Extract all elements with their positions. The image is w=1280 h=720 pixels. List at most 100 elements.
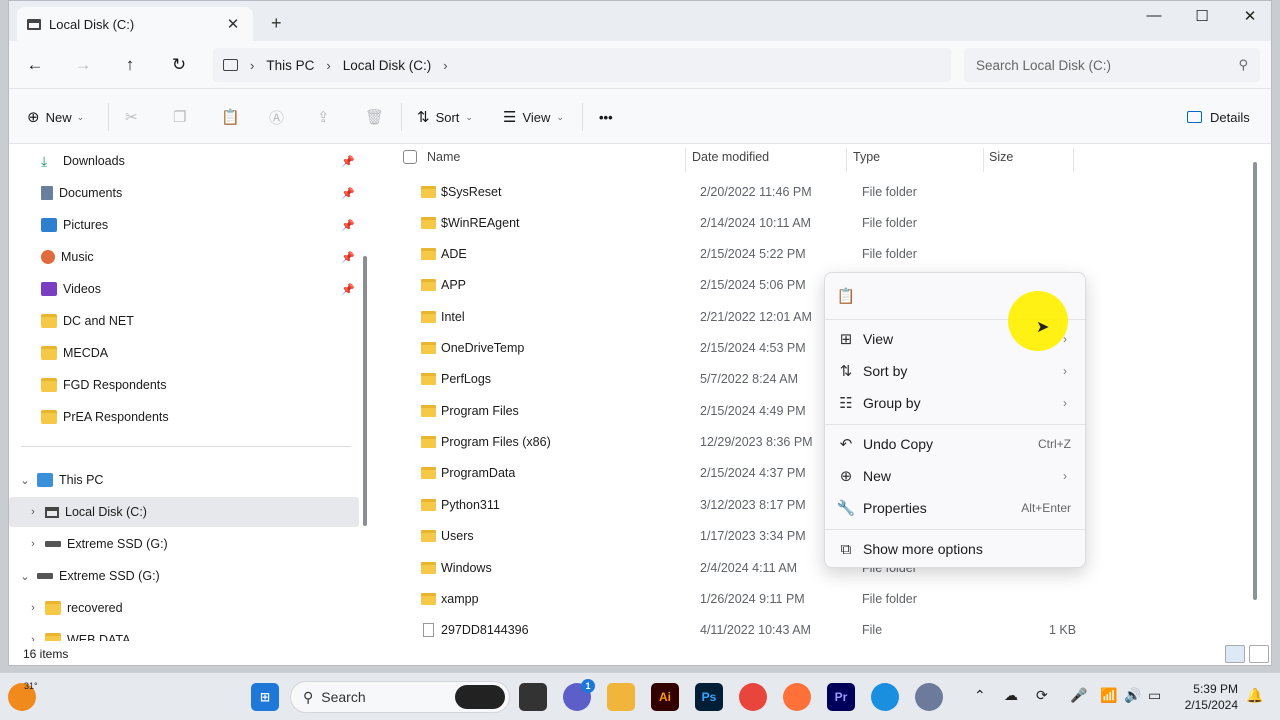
column-header-date[interactable]: Date modified [692, 150, 769, 164]
sidebar-item-extreme-ssd-root[interactable]: ⌄ Extreme SSD (G:) [9, 561, 359, 591]
shield-icon[interactable] [871, 683, 899, 711]
table-row[interactable]: Program Files (x86) 12/29/2023 8:36 PM [383, 427, 1263, 458]
table-row[interactable]: 297DD8144396 4/11/2022 10:43 AM File 1 KB [383, 615, 1263, 641]
table-row[interactable]: ADE 2/15/2024 5:22 PM File folder [383, 239, 1263, 270]
address-bar[interactable]: › This PC › Local Disk (C:) › [213, 48, 951, 82]
table-row[interactable]: OneDriveTemp 2/15/2024 4:53 PM [383, 333, 1263, 364]
refresh-button[interactable]: ↻ [166, 53, 192, 77]
sidebar-item-web-data[interactable]: › WEB DATA [9, 625, 359, 641]
illustrator-icon[interactable]: Ai [651, 683, 679, 711]
table-row[interactable]: APP 2/15/2024 5:06 PM [383, 270, 1263, 301]
premiere-icon[interactable]: Pr [827, 683, 855, 711]
chevron-down-icon[interactable]: ⌄ [13, 570, 37, 583]
table-row[interactable]: ProgramData 2/15/2024 4:37 PM [383, 458, 1263, 489]
column-header-name[interactable]: Name [427, 150, 460, 164]
close-window-button[interactable]: ✕ [1227, 7, 1271, 27]
search-input[interactable]: Search Local Disk (C:) [976, 58, 1238, 73]
close-tab-button[interactable]: ✕ [223, 15, 243, 33]
table-row[interactable]: xampp 1/26/2024 9:11 PM File folder [383, 584, 1263, 615]
breadcrumb-local-disk[interactable]: Local Disk (C:) [343, 58, 432, 73]
menu-item-show-more-options[interactable]: ⧉ Show more options [829, 534, 1081, 564]
clock[interactable]: 5:39 PM 2/15/2024 [1184, 681, 1238, 713]
new-button[interactable]: ⊕ New ⌄ [27, 104, 84, 130]
sidebar-scrollbar[interactable] [363, 256, 367, 526]
table-row[interactable]: Intel 2/21/2022 12:01 AM [383, 302, 1263, 333]
copy-button[interactable]: ❐ [173, 104, 192, 130]
table-row[interactable]: Program Files 2/15/2024 4:49 PM [383, 396, 1263, 427]
sidebar-item-downloads[interactable]: ⤓ Downloads 📌 [9, 146, 359, 176]
menu-item-properties[interactable]: 🔧 Properties Alt+Enter [829, 493, 1081, 523]
forward-button[interactable]: → [70, 53, 96, 77]
search-box[interactable]: Search Local Disk (C:) ⚲ [964, 48, 1260, 82]
weather-widget[interactable]: 31° [8, 681, 38, 711]
up-button[interactable]: ↑ [117, 53, 143, 77]
sidebar-item-dc-and-net[interactable]: DC and NET [9, 306, 359, 336]
sidebar-item-music[interactable]: Music 📌 [9, 242, 359, 272]
photoshop-icon[interactable]: Ps [695, 683, 723, 711]
column-header-size[interactable]: Size [989, 150, 1013, 164]
sidebar-item-mecda[interactable]: MECDA [9, 338, 359, 368]
cut-button[interactable]: ✂ [125, 104, 144, 130]
delete-button[interactable]: 🗑 [365, 104, 390, 130]
breadcrumb-chevron-icon[interactable]: › [443, 58, 447, 73]
tiles-view-button[interactable] [1249, 645, 1269, 663]
column-header-type[interactable]: Type [853, 150, 880, 164]
table-row[interactable]: Python311 3/12/2023 8:17 PM [383, 490, 1263, 521]
sidebar-item-documents[interactable]: Documents 📌 [9, 178, 359, 208]
new-tab-button[interactable]: + [271, 13, 282, 34]
paste-button[interactable]: 📋 [221, 104, 246, 130]
column-divider[interactable] [983, 148, 984, 172]
firefox-icon[interactable] [783, 683, 811, 711]
view-button[interactable]: ☰ View ⌄ [503, 104, 564, 130]
sidebar-item-recovered[interactable]: › recovered [9, 593, 359, 623]
details-view-button[interactable] [1225, 645, 1245, 663]
sidebar-item-local-disk[interactable]: › Local Disk (C:) [9, 497, 359, 527]
volume-icon[interactable]: 🔊 [1124, 687, 1141, 704]
back-button[interactable]: ← [22, 53, 48, 77]
details-pane-button[interactable]: Details [1187, 104, 1250, 130]
menu-item-sort-by[interactable]: ⇅ Sort by › [829, 356, 1081, 386]
task-view-icon[interactable] [519, 683, 547, 711]
table-row[interactable]: Users 1/17/2023 3:34 PM [383, 521, 1263, 552]
sidebar-item-this-pc[interactable]: ⌄ This PC [9, 465, 359, 495]
app-icon[interactable] [915, 683, 943, 711]
column-divider[interactable] [1073, 148, 1074, 172]
battery-icon[interactable]: ▭ [1148, 687, 1161, 704]
bell-icon[interactable]: 🔔 [1246, 687, 1263, 704]
sync-icon[interactable]: ⟳ [1036, 687, 1048, 704]
cloud-icon[interactable]: ☁ [1004, 687, 1018, 704]
chevron-up-icon[interactable]: ⌃ [974, 687, 986, 704]
sidebar-item-fgd-respondents[interactable]: FGD Respondents [9, 370, 359, 400]
sidebar-item-videos[interactable]: Videos 📌 [9, 274, 359, 304]
table-row[interactable]: $SysReset 2/20/2022 11:46 PM File folder [383, 177, 1263, 208]
share-button[interactable]: ⇪ [317, 104, 336, 130]
chevron-right-icon[interactable]: › [21, 602, 45, 614]
chrome-icon[interactable] [739, 683, 767, 711]
start-button[interactable]: ⊞ [251, 683, 279, 711]
sort-button[interactable]: ⇅ Sort ⌄ [417, 104, 473, 130]
file-list-scrollbar[interactable] [1253, 162, 1257, 600]
microphone-icon[interactable]: 🎤 [1070, 687, 1087, 704]
table-row[interactable]: PerfLogs 5/7/2022 8:24 AM [383, 364, 1263, 395]
sidebar-item-extreme-ssd[interactable]: › Extreme SSD (G:) [9, 529, 359, 559]
select-all-checkbox[interactable] [403, 150, 417, 164]
sidebar-item-prea-respondents[interactable]: PrEA Respondents [9, 402, 359, 432]
file-explorer-taskbar-icon[interactable] [607, 683, 635, 711]
chevron-right-icon[interactable]: › [21, 634, 45, 641]
wifi-icon[interactable]: 📶 [1100, 687, 1117, 704]
menu-item-group-by[interactable]: ☷ Group by › [829, 388, 1081, 418]
menu-item-new[interactable]: ⊕ New › [829, 461, 1081, 491]
more-options-button[interactable]: ••• [599, 104, 613, 130]
column-divider[interactable] [846, 148, 847, 172]
menu-item-undo-copy[interactable]: ↶ Undo Copy Ctrl+Z [829, 429, 1081, 459]
chevron-down-icon[interactable]: ⌄ [13, 474, 37, 487]
chevron-right-icon[interactable]: › [21, 506, 45, 518]
sidebar-item-pictures[interactable]: Pictures 📌 [9, 210, 359, 240]
rename-button[interactable]: Ⓐ [269, 104, 290, 130]
chat-icon[interactable]: 1 [563, 679, 595, 711]
column-divider[interactable] [685, 148, 686, 172]
breadcrumb-this-pc[interactable]: This PC [266, 58, 314, 73]
tab-local-disk[interactable]: Local Disk (C:) ✕ [17, 7, 253, 41]
table-row[interactable]: $WinREAgent 2/14/2024 10:11 AM File folder [383, 208, 1263, 239]
maximize-button[interactable]: ☐ [1179, 7, 1225, 27]
